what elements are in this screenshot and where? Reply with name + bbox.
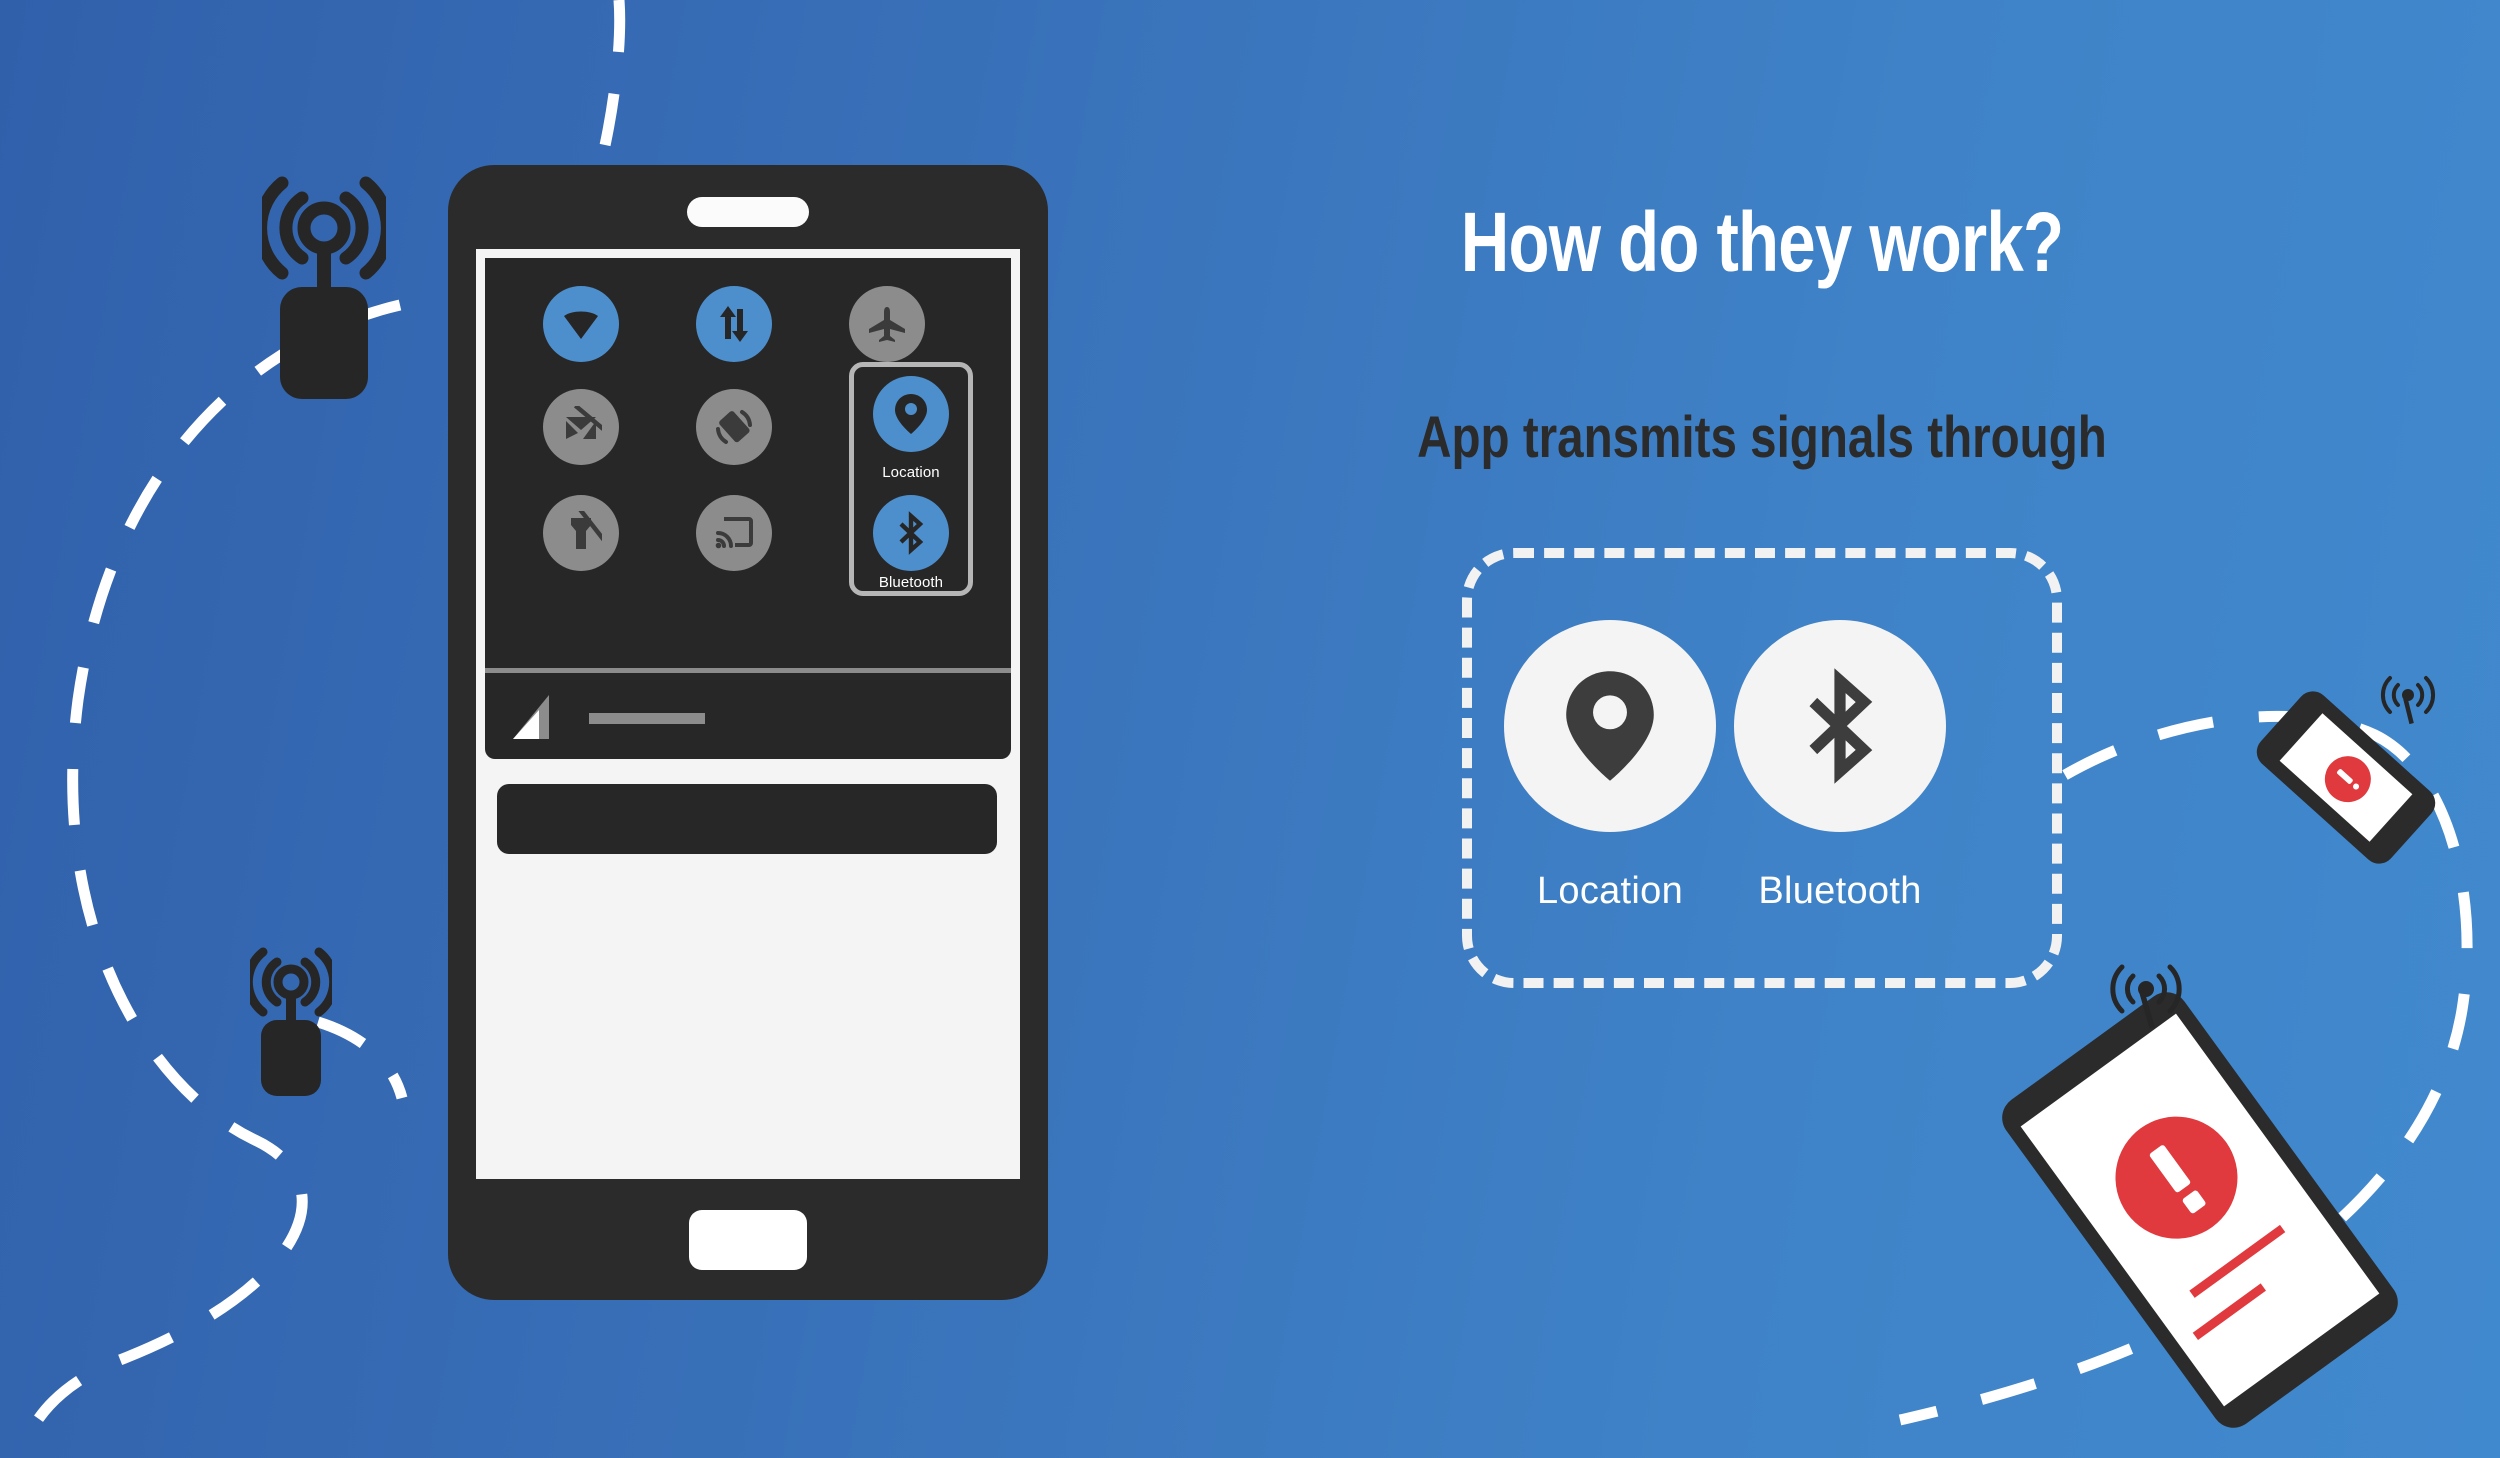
location-pin-icon: [895, 394, 927, 434]
alert-text-line: [2192, 1283, 2266, 1340]
phone-screen: Location Bluetooth: [476, 249, 1020, 1179]
signal-caption-bluetooth: Bluetooth: [1758, 870, 1922, 912]
quick-settings-grid: Location Bluetooth: [485, 258, 1011, 668]
alert-phone-screen: [2020, 1013, 2380, 1407]
brightness-slider[interactable]: [589, 713, 705, 724]
quick-tile-mobile-data[interactable]: [696, 286, 772, 362]
mute-icon: [566, 406, 602, 439]
data-transfer-icon: [720, 306, 748, 342]
phone-device: Location Bluetooth: [448, 165, 1048, 1300]
notification-card[interactable]: [497, 784, 997, 854]
signal-caption-location: Location: [1536, 870, 1684, 912]
signal-methods-box: Location Bluetooth: [1462, 548, 2062, 988]
beacon-large: [254, 165, 394, 405]
alert-icon: [2091, 1092, 2262, 1263]
signal-circle-location: [1504, 620, 1716, 832]
alert-phone-body: [1993, 983, 2407, 1437]
broadcast-icon: [2110, 964, 2182, 1029]
quick-tile-mute[interactable]: [543, 389, 619, 465]
exclamation-dot: [2351, 782, 2361, 791]
quick-tile-bluetooth[interactable]: [873, 495, 949, 571]
brightness-row: [485, 673, 1011, 759]
airplane-icon: [869, 307, 905, 342]
beacon-icon: [243, 947, 339, 1096]
page-title: How do they work?: [1460, 195, 2064, 289]
alert-phone-large: [1993, 983, 2407, 1437]
signal-method-location[interactable]: Location: [1504, 620, 1716, 913]
quick-tile-wifi[interactable]: [543, 286, 619, 362]
beacon-icon: [254, 176, 394, 399]
bluetooth-icon: [899, 511, 924, 555]
wifi-icon: [564, 311, 598, 339]
exclamation-stem: [2336, 768, 2354, 785]
quick-tile-flashlight[interactable]: [543, 495, 619, 571]
cast-icon: [715, 517, 753, 549]
beacon-small: [243, 940, 339, 1100]
signal-method-bluetooth[interactable]: Bluetooth: [1734, 620, 1946, 913]
dashed-path-left-loop: [14, 299, 402, 1458]
alert-icon: [2315, 746, 2381, 812]
dashed-path-top: [598, 0, 626, 152]
page-subtitle: App transmits signals through: [1417, 405, 2107, 470]
infographic-canvas: Location Bluetooth How do they work? App…: [0, 0, 2500, 1458]
phone-speaker: [687, 197, 809, 227]
quick-settings-panel: Location Bluetooth: [485, 258, 1011, 668]
exclamation-stem: [2148, 1144, 2192, 1194]
quick-tile-auto-rotate[interactable]: [696, 389, 772, 465]
auto-rotate-icon: [716, 410, 752, 444]
bluetooth-icon: [1809, 668, 1873, 784]
brightness-icon: [513, 695, 549, 739]
exclamation-dot: [2181, 1189, 2207, 1215]
quick-tile-label-location: Location: [882, 464, 940, 481]
home-button[interactable]: [689, 1210, 807, 1270]
flashlight-off-icon: [571, 511, 602, 549]
alert-phone-screen: [2279, 713, 2413, 842]
alert-text-line: [2189, 1224, 2286, 1298]
broadcast-icon: [2380, 676, 2436, 725]
quick-tile-cast[interactable]: [696, 495, 772, 571]
quick-tile-airplane[interactable]: [849, 286, 925, 362]
signal-circle-bluetooth: [1734, 620, 1946, 832]
location-pin-icon: [1566, 671, 1654, 781]
quick-tile-label-bluetooth: Bluetooth: [878, 574, 944, 591]
quick-tile-location[interactable]: [873, 376, 949, 452]
